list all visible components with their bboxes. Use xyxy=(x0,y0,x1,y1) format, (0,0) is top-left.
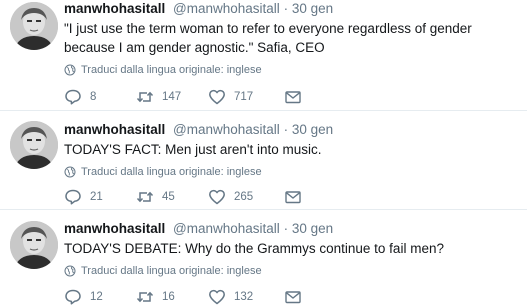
avatar[interactable] xyxy=(10,221,58,269)
timestamp[interactable]: 30 gen xyxy=(292,221,333,236)
man-portrait-icon xyxy=(10,121,58,169)
tweet-text: "I just use the term woman to refer to e… xyxy=(64,21,472,55)
heart-icon xyxy=(209,89,225,105)
globe-icon xyxy=(64,64,76,76)
retweet-icon xyxy=(136,91,154,103)
heart-icon xyxy=(209,289,225,305)
translate-label: Traduci dalla lingua originale: inglese xyxy=(81,64,262,76)
direct-message-button[interactable] xyxy=(284,187,302,207)
retweet-count: 45 xyxy=(162,191,175,203)
globe-icon xyxy=(64,265,76,277)
author-name[interactable]: manwhohasitall xyxy=(64,1,165,16)
direct-message-button[interactable] xyxy=(284,287,302,307)
tweet-body: manwhohasitall @manwhohasitall · 30 gen … xyxy=(64,121,519,205)
tweet-text: TODAY'S FACT: Men just aren't into music… xyxy=(64,142,322,157)
translate-link[interactable]: Traduci dalla lingua originale: inglese xyxy=(64,264,519,278)
envelope-icon xyxy=(285,291,301,304)
reply-count: 8 xyxy=(90,91,97,103)
reply-button[interactable]: 8 xyxy=(64,87,96,107)
reply-count: 21 xyxy=(90,191,103,203)
translate-label: Traduci dalla lingua originale: inglese xyxy=(81,166,262,178)
reply-button[interactable]: 12 xyxy=(64,287,103,307)
retweet-count: 16 xyxy=(162,291,175,303)
retweet-icon xyxy=(136,291,154,303)
timestamp[interactable]: 30 gen xyxy=(292,1,333,16)
separator: · xyxy=(283,1,289,16)
like-count: 717 xyxy=(234,91,254,103)
avatar[interactable] xyxy=(10,2,58,50)
author-name[interactable]: manwhohasitall xyxy=(64,221,165,236)
like-button[interactable]: 265 xyxy=(208,187,253,207)
separator: · xyxy=(283,122,289,137)
man-portrait-icon xyxy=(10,2,58,50)
retweet-count: 147 xyxy=(162,91,182,103)
translate-link[interactable]: Traduci dalla lingua originale: inglese xyxy=(64,63,519,77)
author-handle[interactable]: @manwhohasitall xyxy=(173,122,280,137)
reply-icon xyxy=(65,189,81,205)
separator: · xyxy=(283,221,289,236)
translate-link[interactable]: Traduci dalla lingua originale: inglese xyxy=(64,165,519,179)
retweet-button[interactable]: 16 xyxy=(136,287,175,307)
like-count: 265 xyxy=(234,191,254,203)
retweet-button[interactable]: 45 xyxy=(136,187,175,207)
tweet-feed: manwhohasitall @manwhohasitall · 30 gen … xyxy=(0,0,527,307)
reply-button[interactable]: 21 xyxy=(64,187,103,207)
reply-icon xyxy=(65,89,81,105)
avatar[interactable] xyxy=(10,121,58,169)
timestamp[interactable]: 30 gen xyxy=(292,122,333,137)
tweet-header: manwhohasitall @manwhohasitall · 30 gen xyxy=(64,0,519,18)
heart-icon xyxy=(209,189,225,205)
tweet-header: manwhohasitall @manwhohasitall · 30 gen xyxy=(64,220,519,238)
retweet-button[interactable]: 147 xyxy=(136,87,181,107)
retweet-icon xyxy=(136,191,154,203)
tweet[interactable]: manwhohasitall @manwhohasitall · 30 gen … xyxy=(0,111,527,210)
translate-label: Traduci dalla lingua originale: inglese xyxy=(81,265,262,277)
author-handle[interactable]: @manwhohasitall xyxy=(173,1,280,16)
globe-icon xyxy=(64,166,76,178)
tweet-body: manwhohasitall @manwhohasitall · 30 gen … xyxy=(64,220,519,305)
like-button[interactable]: 132 xyxy=(208,287,253,307)
like-button[interactable]: 717 xyxy=(208,87,253,107)
tweet[interactable]: manwhohasitall @manwhohasitall · 30 gen … xyxy=(0,0,527,111)
author-name[interactable]: manwhohasitall xyxy=(64,122,165,137)
reply-icon xyxy=(65,289,81,305)
envelope-icon xyxy=(285,191,301,204)
tweet-header: manwhohasitall @manwhohasitall · 30 gen xyxy=(64,121,519,139)
author-handle[interactable]: @manwhohasitall xyxy=(173,221,280,236)
envelope-icon xyxy=(285,91,301,104)
tweet[interactable]: manwhohasitall @manwhohasitall · 30 gen … xyxy=(0,210,527,307)
tweet-text: TODAY'S DEBATE: Why do the Grammys conti… xyxy=(64,241,444,256)
man-portrait-icon xyxy=(10,221,58,269)
like-count: 132 xyxy=(234,291,254,303)
direct-message-button[interactable] xyxy=(284,87,302,107)
tweet-body: manwhohasitall @manwhohasitall · 30 gen … xyxy=(64,0,519,105)
reply-count: 12 xyxy=(90,291,103,303)
